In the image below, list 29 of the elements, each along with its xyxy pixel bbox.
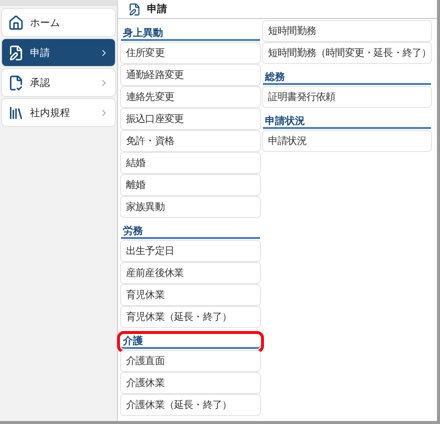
document-pen-icon [128,2,141,16]
menu-item[interactable]: 出生予定日 [121,241,260,261]
menu-item[interactable]: 短時間勤務（時間変更・延長・終了） [263,43,431,63]
menu-item[interactable]: 振込口座変更 [121,109,260,129]
menu-item[interactable]: 家族異動 [121,197,260,217]
document-pen-icon [8,44,24,60]
menu-item[interactable]: 連絡先変更 [121,87,260,107]
menu-item[interactable]: 通勤経路変更 [121,65,260,85]
books-icon [8,104,24,120]
menu-item[interactable]: 介護休業（延長・終了） [121,395,260,415]
menu-item[interactable]: 育児休業 [121,285,260,305]
menu-item[interactable]: 介護直面 [121,351,260,371]
document-check-icon [8,74,24,90]
home-icon [8,14,24,30]
panel-title: 申請 [147,2,167,16]
menu-item[interactable]: 介護休業 [121,373,260,393]
menu-item[interactable]: 免許・資格 [121,131,260,151]
menu-item[interactable]: 住所変更 [121,43,260,63]
menu-item[interactable]: 結婚 [121,153,260,173]
menu-item[interactable]: 育児休業（延長・終了） [121,307,260,327]
sidebar-item[interactable]: 承認 [2,69,115,96]
sidebar-item[interactable]: ホーム [2,9,115,36]
sidebar-item[interactable]: 社内規程 [2,99,115,126]
menu-item[interactable]: 産前産後休業 [121,263,260,283]
menu-item[interactable]: 離婚 [121,175,260,195]
menu-item[interactable]: 証明書発行依頼 [263,87,431,107]
sidebar-item[interactable]: 申請 [2,39,115,66]
menu-item[interactable]: 短時間勤務 [263,21,431,41]
menu-item[interactable]: 申請状況 [263,131,431,151]
